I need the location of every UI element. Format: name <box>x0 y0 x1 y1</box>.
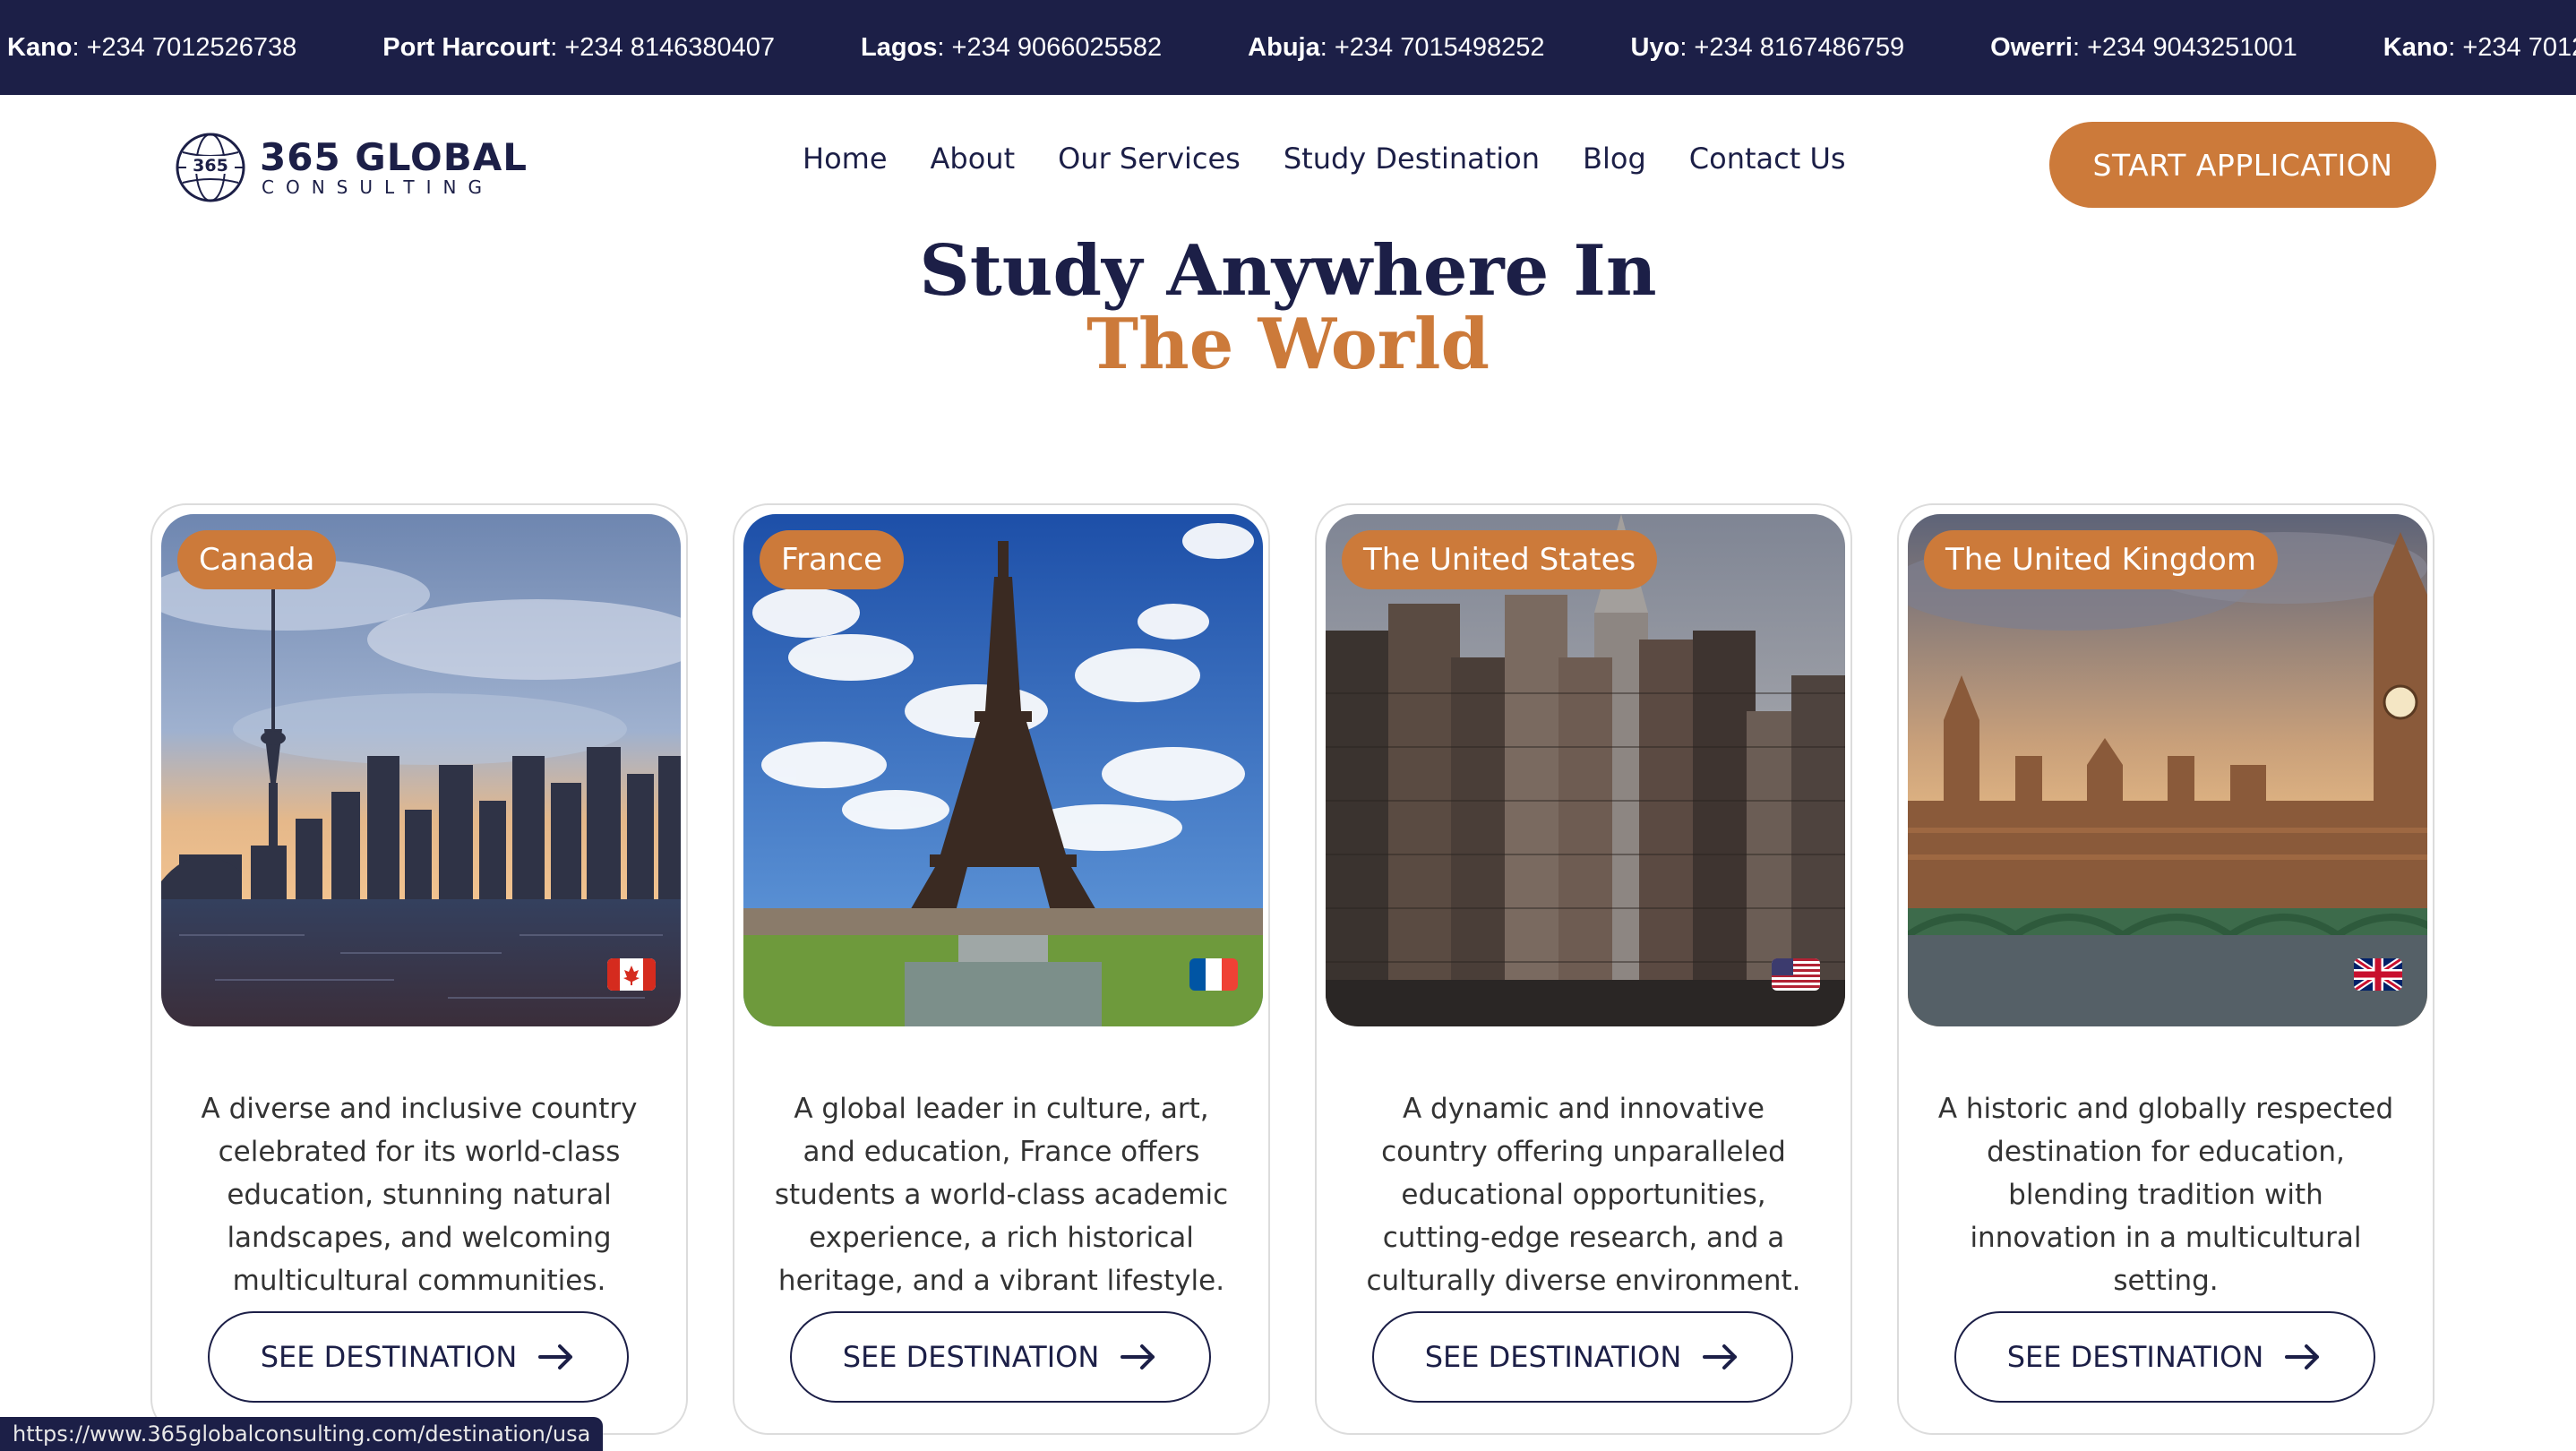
toronto-skyline-illustration <box>161 514 681 1026</box>
uk-flag-icon <box>2354 958 2402 991</box>
destination-card-usa[interactable]: The United States A dynamic and innovati… <box>1315 503 1852 1435</box>
usa-flag-icon <box>1772 958 1820 991</box>
westminster-illustration <box>1908 514 2427 1026</box>
destination-card-france[interactable]: France A global leader in culture, art, … <box>733 503 1270 1435</box>
country-badge: Canada <box>177 530 337 589</box>
canada-skyline-image: Canada <box>161 514 681 1026</box>
card-description: A dynamic and innovative country offerin… <box>1366 1093 1801 1297</box>
globe-logo-icon: 365 <box>176 133 245 202</box>
button-label: SEE DESTINATION <box>842 1340 1100 1374</box>
country-badge: The United Kingdom <box>1924 530 2278 589</box>
button-label: SEE DESTINATION <box>260 1340 518 1374</box>
contact-item[interactable]: Kano: +234 7012526738 <box>7 33 296 63</box>
see-destination-button[interactable]: SEE DESTINATION <box>1954 1311 2375 1403</box>
france-flag-icon <box>1189 958 1238 991</box>
nav-contact-us[interactable]: Contact Us <box>1689 142 1846 176</box>
card-description: A global leader in culture, art, and edu… <box>774 1093 1229 1297</box>
button-label: SEE DESTINATION <box>2006 1340 2264 1374</box>
france-eiffel-image: France <box>743 514 1263 1026</box>
svg-text:365: 365 <box>193 156 228 176</box>
arrow-right-icon <box>1121 1344 1155 1369</box>
arrow-right-icon <box>538 1344 573 1369</box>
eiffel-tower-illustration <box>743 514 1263 1026</box>
card-description: A historic and globally respected destin… <box>1937 1093 2394 1297</box>
card-description: A diverse and inclusive country celebrat… <box>201 1093 638 1297</box>
destination-cards: Canada A diverse and inclusive country c… <box>150 503 2434 1435</box>
site-header: 365 365 GLOBAL CONSULTING Home About Our… <box>0 95 2576 238</box>
nav-our-services[interactable]: Our Services <box>1058 142 1241 176</box>
usa-skyline-image: The United States <box>1326 514 1845 1026</box>
new-york-skyline-illustration <box>1326 514 1845 1026</box>
country-badge: The United States <box>1342 530 1658 589</box>
arrow-right-icon <box>1703 1344 1738 1369</box>
contact-item[interactable]: Kano: +234 7012526738 <box>2383 33 2576 63</box>
contact-bar: Kano: +234 7012526738 Port Harcourt: +23… <box>0 0 2576 95</box>
canada-flag-icon <box>607 958 656 991</box>
link-preview-status: https://www.365globalconsulting.com/dest… <box>0 1417 604 1451</box>
nav-blog[interactable]: Blog <box>1583 142 1646 176</box>
country-badge: France <box>760 530 905 589</box>
see-destination-button[interactable]: SEE DESTINATION <box>208 1311 629 1403</box>
logo-title: 365 GLOBAL <box>260 135 528 179</box>
see-destination-button[interactable]: SEE DESTINATION <box>790 1311 1211 1403</box>
main-nav: Home About Our Services Study Destinatio… <box>803 142 1846 176</box>
contact-item[interactable]: Port Harcourt: +234 8146380407 <box>382 33 775 63</box>
contact-item[interactable]: Owerri: +234 9043251001 <box>1990 33 2297 63</box>
uk-parliament-image: The United Kingdom <box>1908 514 2427 1026</box>
logo-subtitle: CONSULTING <box>262 176 494 198</box>
button-label: SEE DESTINATION <box>1424 1340 1682 1374</box>
contact-item[interactable]: Abuja: +234 7015498252 <box>1248 33 1544 63</box>
section-title-line1: Study Anywhere In <box>919 230 1657 312</box>
nav-home[interactable]: Home <box>803 142 888 176</box>
contact-list: Kano: +234 7012526738 Port Harcourt: +23… <box>7 0 2576 95</box>
see-destination-button[interactable]: SEE DESTINATION <box>1372 1311 1793 1403</box>
contact-item[interactable]: Uyo: +234 8167486759 <box>1631 33 1905 63</box>
destination-card-canada[interactable]: Canada A diverse and inclusive country c… <box>150 503 688 1435</box>
logo-wordmark: 365 GLOBAL CONSULTING <box>260 135 528 198</box>
nav-about[interactable]: About <box>931 142 1016 176</box>
section-title-line2: The World <box>1086 304 1490 385</box>
nav-study-destination[interactable]: Study Destination <box>1284 142 1540 176</box>
section-title: Study Anywhere In The World <box>0 235 2576 382</box>
contact-item[interactable]: Lagos: +234 9066025582 <box>861 33 1162 63</box>
start-application-button[interactable]: START APPLICATION <box>2049 122 2436 208</box>
arrow-right-icon <box>2285 1344 2320 1369</box>
destination-card-uk[interactable]: The United Kingdom A historic and global… <box>1897 503 2434 1435</box>
site-logo[interactable]: 365 365 GLOBAL CONSULTING <box>174 131 528 204</box>
